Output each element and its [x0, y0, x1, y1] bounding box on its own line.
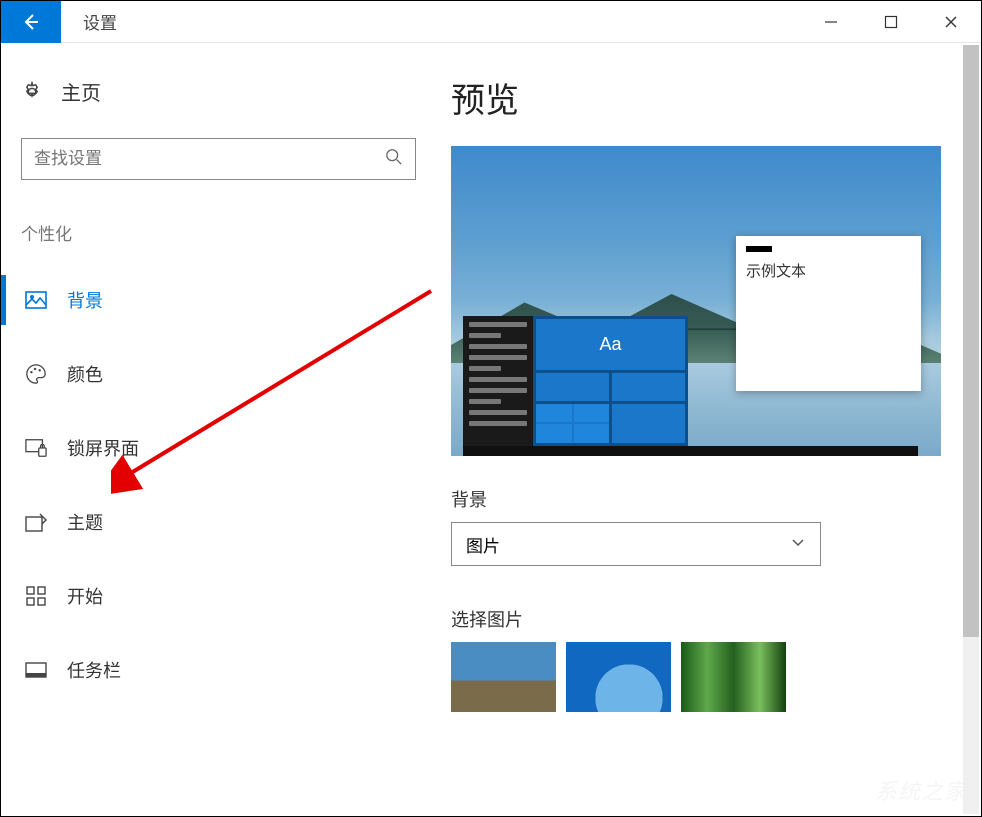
home-link[interactable]: 主页 — [21, 73, 421, 110]
category-label: 个性化 — [21, 220, 421, 245]
maximize-button[interactable] — [861, 1, 921, 43]
close-button[interactable] — [921, 1, 981, 43]
sidebar-item-label: 颜色 — [67, 361, 103, 387]
back-button[interactable] — [1, 1, 61, 43]
preview-heading: 预览 — [451, 73, 961, 122]
sidebar: 主页 个性化 背景 颜色 锁屏界面 — [1, 43, 441, 816]
dropdown-value: 图片 — [466, 532, 500, 557]
preview-start-menu: Aa — [463, 316, 688, 446]
start-grid-icon — [25, 585, 47, 607]
close-icon — [944, 15, 958, 29]
search-icon — [385, 148, 403, 171]
sidebar-item-label: 背景 — [67, 287, 103, 313]
preview-tiles: Aa — [533, 316, 688, 446]
preview-sample-window: 示例文本 — [736, 236, 921, 391]
watermark: 系统之家 — [875, 774, 967, 806]
picture-thumbnails — [451, 642, 961, 712]
sample-text: 示例文本 — [736, 260, 921, 281]
scrollbar-thumb[interactable] — [963, 45, 979, 637]
sidebar-item-background[interactable]: 背景 — [21, 275, 421, 325]
sidebar-item-start[interactable]: 开始 — [21, 571, 421, 621]
picture-thumb-1[interactable] — [451, 642, 556, 712]
search-box[interactable] — [21, 138, 416, 180]
sidebar-item-label: 主题 — [67, 509, 103, 535]
home-label: 主页 — [61, 77, 101, 106]
gear-icon — [21, 81, 43, 103]
minimize-button[interactable] — [801, 1, 861, 43]
app-title: 设置 — [83, 9, 117, 34]
sidebar-item-label: 锁屏界面 — [67, 435, 139, 461]
main-panel: 预览 Aa 示例文本 — [441, 43, 981, 816]
chevron-down-icon — [790, 534, 806, 555]
window-controls — [801, 1, 981, 43]
background-type-dropdown[interactable]: 图片 — [451, 522, 821, 566]
maximize-icon — [884, 15, 898, 29]
picture-thumb-3[interactable] — [681, 642, 786, 712]
sidebar-item-lockscreen[interactable]: 锁屏界面 — [21, 423, 421, 473]
search-input[interactable] — [34, 149, 385, 169]
sidebar-item-taskbar[interactable]: 任务栏 — [21, 645, 421, 695]
background-section-label: 背景 — [451, 486, 961, 512]
titlebar: 设置 — [1, 1, 981, 43]
taskbar-icon — [25, 659, 47, 681]
sidebar-item-themes[interactable]: 主题 — [21, 497, 421, 547]
picture-thumb-2[interactable] — [566, 642, 671, 712]
minimize-icon — [824, 15, 838, 29]
vertical-scrollbar[interactable] — [963, 45, 979, 814]
choose-picture-label: 选择图片 — [451, 606, 961, 632]
palette-icon — [25, 363, 47, 385]
preview-tile-aa: Aa — [536, 319, 685, 370]
preview-taskbar — [463, 446, 918, 456]
lockscreen-icon — [25, 437, 47, 459]
sidebar-item-colors[interactable]: 颜色 — [21, 349, 421, 399]
arrow-left-icon — [21, 12, 41, 32]
sidebar-item-label: 开始 — [67, 583, 103, 609]
themes-icon — [25, 511, 47, 533]
picture-icon — [25, 289, 47, 311]
sidebar-item-label: 任务栏 — [67, 657, 121, 683]
desktop-preview: Aa 示例文本 — [451, 146, 941, 456]
preview-start-list — [463, 316, 533, 446]
